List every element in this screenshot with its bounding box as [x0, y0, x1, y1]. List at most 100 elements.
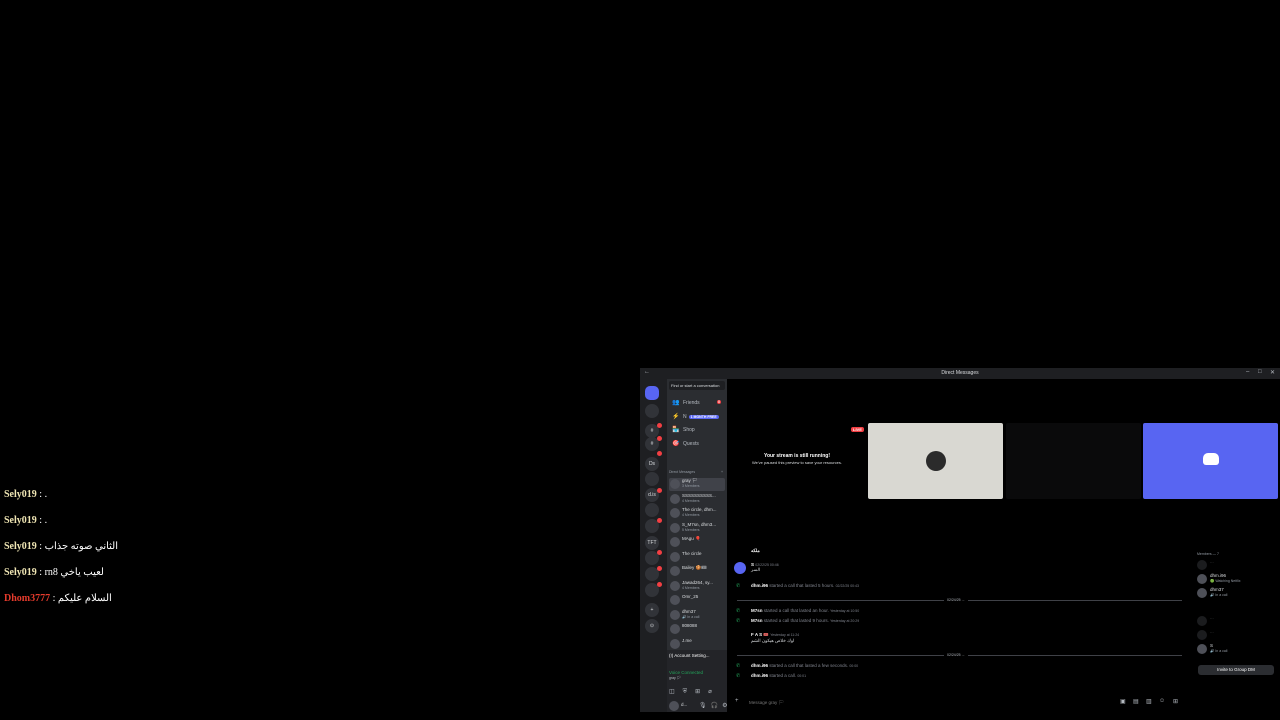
stream-chat-overlay: Sely019 : . Sely019 : . Sely019 : الثاني ص… [4, 486, 304, 616]
date-separator-label: 02/24/25 ... [944, 598, 968, 602]
friends-nav[interactable]: 👥 Friends 8 [669, 398, 725, 408]
message-timestamp: 00:00 [849, 664, 859, 668]
dm-list-item[interactable]: The circle [669, 551, 725, 564]
server-icon[interactable]: + [645, 603, 659, 617]
message-author[interactable]: dhm.i96 [751, 673, 768, 678]
voice-controls[interactable]: ◫⛨⊞⌀ [669, 688, 725, 696]
dm-list-item[interactable]: Jawad264, sy... 4 Members [669, 580, 725, 593]
chat-text: . [44, 489, 48, 500]
member-item[interactable]: dhm37 🔊 In a call [1197, 587, 1277, 600]
avatar [670, 493, 680, 504]
member-item[interactable]: ... [1197, 559, 1277, 572]
message-text: started a call that lasted an hour. [763, 608, 829, 613]
dm-list-item[interactable]: MAgu 🎈 [669, 536, 725, 549]
avatar [669, 701, 679, 711]
message-author[interactable]: dhm.i96 [751, 663, 768, 668]
server-icon[interactable] [645, 404, 659, 418]
notification-badge: 8 [717, 400, 721, 404]
dm-list-item[interactable]: S_M7sn, dhm3... 5 Members [669, 522, 725, 535]
home-button[interactable] [645, 386, 659, 400]
message-author[interactable]: dhm.i96 [751, 583, 768, 588]
unread-badge [657, 550, 662, 555]
maximize-button[interactable]: □ [1258, 369, 1262, 375]
avatar [670, 566, 680, 576]
avatar [670, 609, 680, 620]
avatar [1197, 588, 1207, 598]
voice-connected-status[interactable]: Voice Connected [669, 670, 725, 675]
nitro-icon: ⚡ [672, 413, 680, 420]
gif-icon[interactable]: ▤ [1133, 698, 1139, 705]
chat-message: Sely019 : . [4, 512, 304, 538]
unread-badge [657, 423, 662, 428]
unread-badge [657, 566, 662, 571]
message-text: started a call that lasted 5 hours. [769, 583, 835, 588]
avatar [670, 595, 680, 605]
message-input[interactable] [749, 698, 949, 706]
search-input[interactable]: Find or start a conversation [669, 381, 725, 390]
dm-name: MAgu 🎈 [682, 536, 701, 541]
avatar [670, 479, 680, 489]
dm-subtitle: 🔊 In a call [682, 614, 700, 619]
server-rail: # # Ds d.is TFT + ⊙ [640, 379, 667, 712]
server-icon[interactable] [645, 503, 659, 517]
add-dm-button[interactable]: + [721, 470, 723, 474]
nitro-nav[interactable]: ⚡ N 1 MONTH FREE [669, 412, 725, 422]
chat-message: F A S 🎟️ Yesterday at 11:24 اوك خلاص هيكو… [751, 632, 799, 644]
dm-list-item[interactable]: J.me [669, 638, 725, 651]
message-author[interactable]: M7sn [751, 618, 763, 623]
message-text: السر [751, 567, 761, 572]
chat-separator: : [50, 593, 58, 604]
user-controls[interactable]: 🎙🎧⚙ [699, 702, 727, 709]
dm-list-item[interactable]: dhm37 🔊 In a call [669, 609, 725, 622]
chat-message: Sely019 : الثاني صوته جذاب [4, 538, 304, 564]
gift-icon[interactable]: ▣ [1120, 698, 1126, 705]
server-icon[interactable]: TFT [645, 536, 659, 550]
member-item[interactable]: S 🔊 In a call [1197, 643, 1277, 656]
apps-icon[interactable]: ⊞ [1173, 698, 1178, 705]
avatar [670, 551, 680, 562]
dm-list-item[interactable]: Omr_25 [669, 594, 725, 607]
chat-separator: : [36, 515, 45, 526]
call-log-message: ✆ dhm.i96 started a call that lasted 5 ho… [736, 583, 859, 589]
participant-tile-discord[interactable] [1143, 423, 1278, 499]
invite-to-group-button[interactable]: Invite to Group DM [1198, 665, 1274, 675]
quests-nav[interactable]: 🎯 Quests [669, 439, 725, 449]
server-icon[interactable]: Ds [645, 457, 659, 471]
stream-paused-message: Your stream is still running! We've paus… [751, 453, 843, 465]
unread-badge [657, 582, 662, 587]
dm-subtitle: 4 Members [682, 513, 700, 517]
dm-list-item[interactable]: The circle, dhm... 4 Members [669, 507, 725, 520]
message-author[interactable]: ملكه [751, 548, 760, 553]
close-button[interactable]: ✕ [1270, 369, 1275, 376]
server-icon[interactable]: ⊙ [645, 619, 659, 633]
shop-nav[interactable]: 🏪 Shop [669, 425, 725, 435]
minimize-button[interactable]: – [1246, 369, 1249, 375]
member-name: ... [1210, 559, 1214, 564]
unread-badge [657, 436, 662, 441]
message-text: started a call that lasted a few seconds… [769, 663, 849, 668]
sticker-icon[interactable]: ▥ [1146, 698, 1152, 705]
user-panel[interactable]: d... 🎙🎧⚙ [669, 701, 727, 711]
message-timestamp: Yesterday at 10:50 [830, 609, 860, 613]
chat-separator: : [36, 489, 45, 500]
member-item[interactable]: ... [1197, 615, 1277, 628]
dm-list-item[interactable]: Bailey 🍪🎟 [669, 565, 725, 578]
dm-list-item[interactable]: 808088 [669, 623, 725, 636]
avatar [1197, 560, 1207, 570]
add-attachment-icon[interactable]: + [735, 698, 739, 704]
nav-label: Friends [683, 400, 700, 406]
dm-list-item[interactable]: gray 🏳 3 Members [669, 478, 725, 491]
date-separator-label: 02/24/25 ... [944, 653, 968, 657]
dm-subtitle: 4 Members [682, 498, 700, 503]
message-author[interactable]: F A S 🎟️ [751, 632, 769, 637]
dm-list-item[interactable]: SSSSSSSSSS... 4 Members [669, 493, 725, 506]
server-icon[interactable] [645, 472, 659, 486]
participant-tile[interactable] [868, 423, 1003, 499]
empty-tile [1006, 423, 1141, 499]
message-author[interactable]: M7sn [751, 608, 763, 613]
member-item[interactable]: dhm.i96 🟢 Watching Netflix [1197, 573, 1277, 586]
chat-pane: ملكه S 02/22/25 00:46 السر ✆ dhm.i96 starte… [727, 545, 1192, 712]
emoji-icon[interactable]: ☺ [1159, 698, 1165, 704]
account-settings-banner[interactable]: (!) Account Setting... [669, 653, 725, 658]
member-item[interactable]: ... [1197, 629, 1277, 642]
